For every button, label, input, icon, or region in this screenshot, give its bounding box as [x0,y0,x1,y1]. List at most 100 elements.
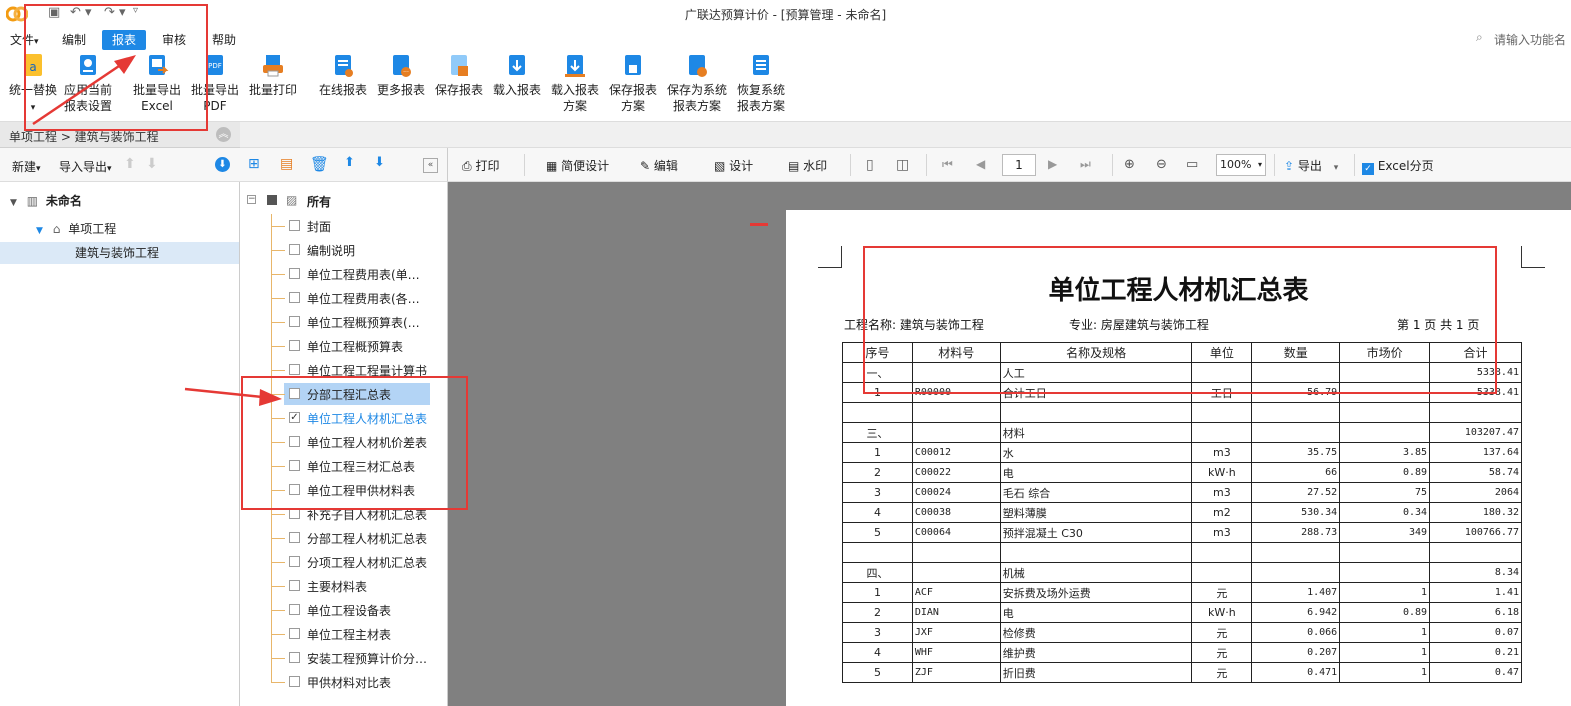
report-item[interactable]: 单位工程费用表(单… [240,262,448,286]
report-item[interactable]: 单位工程人材机价差表 [240,430,448,454]
report-item[interactable]: 单位工程工程量计算书 [240,358,448,382]
move-up-icon[interactable]: ⬆ [124,156,136,172]
load-report-button[interactable]: 载入报表 [490,52,544,98]
add-report-icon[interactable]: ⊞ [248,156,260,172]
more-reports-button[interactable]: ··· 更多报表 [374,52,428,98]
download-icon[interactable]: ⬇ [215,157,230,172]
report-checkbox[interactable] [289,676,300,687]
add-folder-icon[interactable]: ▤ [280,156,293,172]
report-checkbox[interactable] [289,460,300,471]
report-item[interactable]: 单位工程设备表 [240,598,448,622]
report-checkbox[interactable] [289,220,300,231]
report-checkbox[interactable] [289,508,300,519]
edit-button[interactable]: ✎ 编辑 [640,157,678,174]
report-tree-root[interactable]: 所有 [307,193,331,210]
function-search[interactable]: ⌕ 请输入功能名 [1474,29,1571,47]
table-cell: 检修费 [999,622,1193,643]
menu-file[interactable]: 文件▾ [0,30,49,50]
menu-edit[interactable]: 编制 [52,30,96,50]
menu-help[interactable]: 帮助 [202,30,246,50]
next-page-icon[interactable]: ▶ [1048,157,1057,171]
load-report-scheme-button[interactable]: 载入报表 方案 [548,52,602,114]
report-checkbox[interactable] [289,268,300,279]
report-item[interactable]: 单位工程三材汇总表 [240,454,448,478]
save-as-system-scheme-button[interactable]: 保存为系统 报表方案 [664,52,730,114]
fit-width-icon[interactable]: ▭ [1186,157,1198,172]
report-checkbox[interactable] [289,340,300,351]
move-down-icon[interactable]: ⬇ [374,155,385,170]
report-checkbox[interactable] [289,556,300,567]
report-checkbox[interactable] [289,652,300,663]
report-checkbox[interactable]: ✓ [289,412,300,423]
report-item[interactable]: 单位工程主材表 [240,622,448,646]
online-report-button[interactable]: 在线报表 [316,52,370,98]
report-checkbox[interactable] [289,532,300,543]
menu-report[interactable]: 报表 [102,30,147,50]
tree-line [271,298,285,299]
collapse-icon[interactable]: − [247,195,256,204]
expand-icon[interactable]: ▼ [36,226,43,236]
report-checkbox[interactable] [289,316,300,327]
report-item[interactable]: 单位工程甲供材料表 [240,478,448,502]
double-page-icon[interactable]: ◫ [896,157,909,173]
collapse-left-icon[interactable]: « [423,158,438,173]
zoom-in-icon[interactable]: ⊕ [1124,157,1135,172]
batch-print-button[interactable]: 批量打印 [246,52,300,98]
zoom-select[interactable]: 100% ▾ [1216,154,1266,176]
tree-single-project[interactable]: ▼ ⌂ 单项工程 [36,218,116,240]
report-item[interactable]: 补充子目人材机汇总表 [240,502,448,526]
report-checkbox[interactable] [289,580,300,591]
report-item[interactable]: ✓ 单位工程人材机汇总表 [240,406,448,430]
watermark-button[interactable]: ▤ 水印 [788,157,827,174]
design-button[interactable]: ▧ 设计 [714,157,753,174]
report-item[interactable]: 安装工程预算计价分… [240,646,448,670]
batch-export-excel-button[interactable]: 批量导出 Excel [130,52,184,114]
zoom-out-icon[interactable]: ⊖ [1156,157,1167,172]
report-checkbox[interactable] [289,364,300,375]
page-number-input[interactable]: 1 [1002,154,1036,176]
expand-icon[interactable]: ▼ [10,198,17,208]
excel-paging-checkbox[interactable]: ✓ Excel分页 [1362,157,1434,175]
report-item[interactable]: 甲供材料对比表 [240,670,448,694]
report-checkbox[interactable] [289,484,300,495]
report-item[interactable]: 编制说明 [240,238,448,262]
report-checkbox[interactable] [289,628,300,639]
report-checkbox[interactable] [289,244,300,255]
print-button[interactable]: ⎙ 打印 [462,157,499,174]
import-export-button[interactable]: 导入导出▾ [59,158,112,175]
collapse-up-icon[interactable]: ︽ [216,127,231,142]
report-item[interactable]: 单位工程概预算表(… [240,310,448,334]
simple-design-button[interactable]: ▦ 简便设计 [546,157,609,174]
apply-report-settings-button[interactable]: 应用当前 报表设置 [60,52,116,114]
save-report-button[interactable]: 保存报表 [432,52,486,98]
save-report-scheme-button[interactable]: 保存报表 方案 [606,52,660,114]
menu-review[interactable]: 审核 [152,30,196,50]
report-item[interactable]: 单位工程概预算表 [240,334,448,358]
delete-icon[interactable]: 🗑 [310,155,329,173]
breadcrumb[interactable]: 单项工程 > 建筑与装饰工程 [9,128,159,145]
single-page-icon[interactable]: ▯ [866,157,874,173]
restore-system-scheme-button[interactable]: 恢复系统 报表方案 [734,52,788,114]
report-checkbox[interactable] [289,292,300,303]
report-item[interactable]: 分部工程人材机汇总表 [240,526,448,550]
report-item[interactable]: 封面 [240,214,448,238]
new-button[interactable]: 新建▾ [12,158,41,175]
report-item[interactable]: 主要材料表 [240,574,448,598]
report-checkbox[interactable] [289,436,300,447]
tree-unit-project[interactable]: 建筑与装饰工程 [0,242,239,264]
report-item[interactable]: 分项工程人材机汇总表 [240,550,448,574]
first-page-icon[interactable]: ⏮ [942,157,953,172]
report-item[interactable]: 分部工程汇总表 [240,382,448,406]
move-up-icon[interactable]: ⬆ [344,155,355,170]
batch-export-pdf-button[interactable]: PDF 批量导出 PDF [188,52,242,114]
export-button[interactable]: ⇪ 导出 ▾ [1284,157,1338,174]
partial-check-icon[interactable] [267,195,277,205]
last-page-icon[interactable]: ⏭ [1080,157,1091,172]
move-down-icon[interactable]: ⬇ [146,156,158,172]
report-checkbox[interactable] [289,604,300,615]
report-item[interactable]: 单位工程费用表(各… [240,286,448,310]
tree-root[interactable]: ▼ ▥ 未命名 [10,190,82,212]
unified-replace-button[interactable]: a 统一替换 ▾ [6,52,60,116]
prev-page-icon[interactable]: ◀ [976,157,985,171]
report-checkbox[interactable] [289,388,300,399]
